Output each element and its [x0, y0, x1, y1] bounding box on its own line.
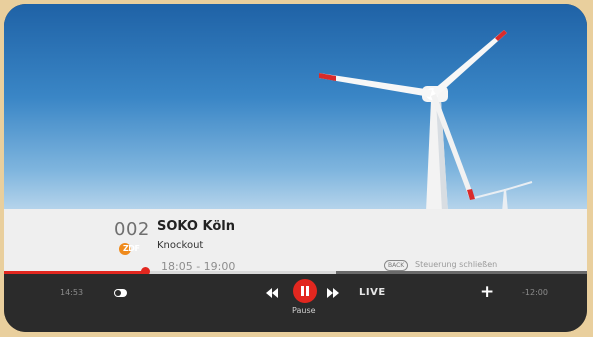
program-title: SOKO Köln [157, 219, 235, 234]
toggle-icon[interactable] [114, 289, 127, 297]
program-info-panel: 002 ZDF SOKO Köln Knockout 18:05 - 19:00… [4, 209, 587, 276]
tv-screen: 002 ZDF SOKO Köln Knockout 18:05 - 19:00… [4, 4, 587, 332]
back-key-badge[interactable]: BACK [384, 260, 409, 271]
wind-turbine-image [319, 30, 533, 212]
remaining-time: -12:00 [522, 288, 548, 297]
close-controls-hint: Steuerung schließen [415, 260, 498, 269]
channel-logo: ZDF [119, 243, 140, 255]
rewind-icon[interactable] [266, 288, 278, 298]
channel-number: 002 [114, 219, 150, 240]
video-area [4, 4, 587, 212]
episode-title: Knockout [157, 240, 204, 251]
elapsed-time: 14:53 [60, 288, 84, 297]
fast-forward-icon[interactable] [327, 288, 339, 298]
pause-label: Pause [292, 306, 316, 315]
live-button[interactable]: LIVE [359, 287, 386, 298]
pause-button[interactable] [293, 279, 317, 303]
pause-icon [301, 286, 304, 296]
playback-controls: 14:53 Pause LIVE + -12:00 [4, 274, 587, 332]
plus-icon[interactable]: + [480, 282, 494, 302]
